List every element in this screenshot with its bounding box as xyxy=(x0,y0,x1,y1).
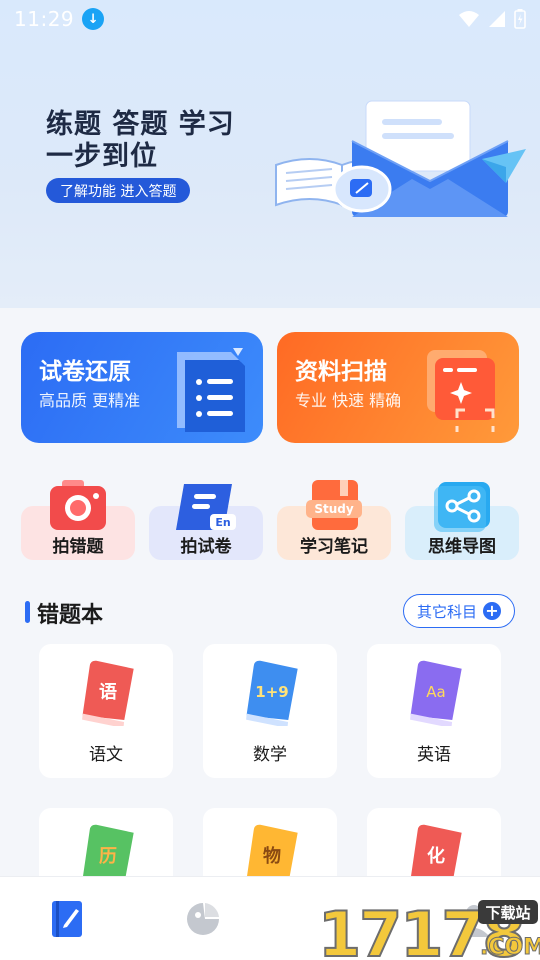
tool-label-photo-exam: 拍试卷 xyxy=(180,537,232,557)
book-icon: 语 xyxy=(82,660,134,726)
exam-restore-card[interactable]: 试卷还原 高品质 更精准 xyxy=(21,332,263,443)
subject-label: 语文 xyxy=(89,745,123,765)
subject-card-english[interactable]: Aa 英语 xyxy=(367,644,501,778)
game-icon[interactable] xyxy=(181,897,225,941)
section-title: 错题本 xyxy=(37,603,104,628)
subject-glyph: 1+9 xyxy=(255,683,288,701)
camera-icon xyxy=(50,480,106,530)
subject-glyph: 化 xyxy=(427,845,445,867)
subject-card-chinese[interactable]: 语 语文 xyxy=(39,644,173,778)
notebook-icon[interactable] xyxy=(46,897,90,941)
study-notebook-icon: Study xyxy=(306,480,362,530)
hero-subheadline: 一步到位 xyxy=(46,141,158,172)
site-watermark: 17178 下载站 .COM xyxy=(317,897,540,960)
photo-wrong-question-button[interactable]: 拍错题 xyxy=(21,480,135,560)
scan-icon xyxy=(427,350,495,432)
document-scan-card[interactable]: 资料扫描 专业 快速 精确 xyxy=(277,332,519,443)
tool-label-photo-wrong: 拍错题 xyxy=(52,537,104,557)
envelope-illustration xyxy=(275,100,526,217)
status-bar: 11:29 ↓ xyxy=(0,0,540,38)
tool-label-study-notes: 学习笔记 xyxy=(300,537,368,557)
subject-label: 英语 xyxy=(417,745,451,765)
status-icons xyxy=(458,9,526,29)
document-scan-title: 资料扫描 xyxy=(295,359,387,385)
wifi-icon xyxy=(459,11,479,27)
hero-banner[interactable]: 练题 答题 学习 一步到位 了解功能 进入答题 xyxy=(0,0,540,308)
mind-map-icon xyxy=(434,482,490,532)
subject-glyph: 语 xyxy=(99,682,117,703)
mind-map-button[interactable]: 思维导图 xyxy=(405,480,519,560)
subject-card-math[interactable]: 1+9 数学 xyxy=(203,644,337,778)
tool-label-mind-map: 思维导图 xyxy=(428,537,496,557)
book-icon: Aa xyxy=(410,660,462,726)
other-subjects-button[interactable]: 其它科目 + xyxy=(403,594,515,628)
subject-glyph: 历 xyxy=(99,846,117,867)
book-icon: 1+9 xyxy=(246,660,298,726)
study-notes-button[interactable]: Study 学习笔记 xyxy=(277,480,391,560)
subject-glyph: Aa xyxy=(426,683,445,701)
hero-cta-button[interactable]: 了解功能 进入答题 xyxy=(46,178,191,203)
exam-scroll-icon: En xyxy=(176,484,236,530)
signal-icon xyxy=(489,11,505,27)
exam-restore-subtitle: 高品质 更精准 xyxy=(39,391,141,410)
battery-icon xyxy=(514,9,526,29)
status-time: 11:29 xyxy=(14,7,75,31)
watermark-tag: 下载站 xyxy=(485,904,530,922)
other-subjects-label: 其它科目 xyxy=(416,602,477,621)
subject-label: 数学 xyxy=(253,745,287,765)
en-tag-text: En xyxy=(215,516,230,529)
exam-restore-title: 试卷还原 xyxy=(39,359,131,385)
section-accent-bar xyxy=(25,601,30,623)
download-icon: ↓ xyxy=(82,8,105,30)
subject-glyph: 物 xyxy=(263,845,281,867)
watermark-domain: .COM xyxy=(480,935,540,960)
plus-icon: + xyxy=(483,602,501,620)
document-list-icon xyxy=(177,348,245,432)
document-scan-subtitle: 专业 快速 精确 xyxy=(295,391,402,410)
photo-exam-button[interactable]: En 拍试卷 xyxy=(149,480,263,560)
study-tag-text: Study xyxy=(314,502,354,516)
